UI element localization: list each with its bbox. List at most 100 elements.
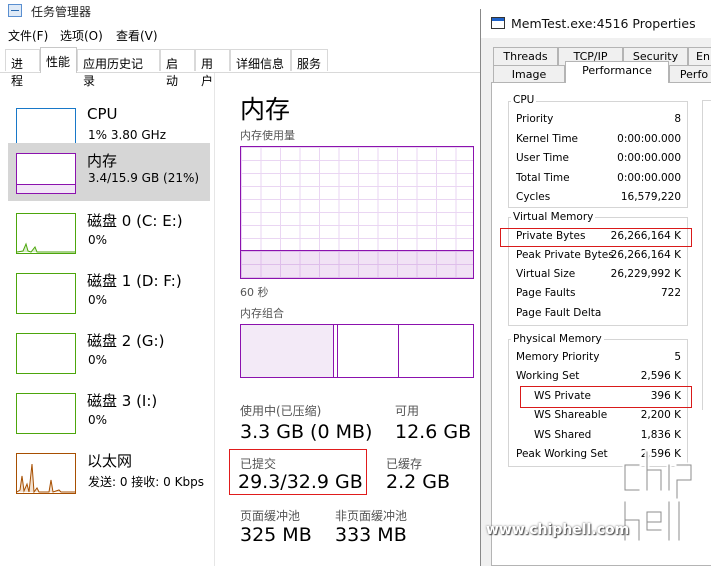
tab-details[interactable]: 详细信息 bbox=[230, 49, 291, 71]
page-title: 内存 bbox=[240, 95, 291, 124]
tab-services[interactable]: 服务 bbox=[291, 49, 328, 71]
working-set-label: Working Set bbox=[516, 370, 580, 382]
available-label: 可用 bbox=[395, 404, 420, 418]
memory-usage-graph bbox=[240, 146, 474, 279]
task-manager-titlebar[interactable]: 任务管理器 bbox=[0, 0, 480, 22]
cpu-group-title: CPU bbox=[511, 94, 537, 106]
resource-value: 0% bbox=[88, 293, 108, 307]
resource-cpu[interactable]: CPU 1% 3.80 GHz bbox=[8, 88, 210, 149]
memory-composition-bar bbox=[240, 324, 474, 378]
chiphell-logo-watermark bbox=[617, 440, 707, 550]
resource-list: CPU 1% 3.80 GHz 内存 3.4/15.9 GB (21%) 磁盘 … bbox=[0, 73, 215, 566]
peak-working-set-label: Peak Working Set bbox=[516, 448, 608, 460]
tab-image[interactable]: Image bbox=[493, 65, 565, 83]
kernel-time-label: Kernel Time bbox=[516, 133, 579, 145]
user-time-label: User Time bbox=[516, 152, 569, 164]
ethernet-thumbnail-graph bbox=[16, 453, 76, 494]
disk3-thumbnail-graph bbox=[16, 393, 76, 434]
tab-performance[interactable]: 性能 bbox=[40, 47, 77, 73]
committed-value: 29.3/32.9 GB bbox=[238, 471, 363, 493]
nonpaged-pool-label: 非页面缓冲池 bbox=[335, 509, 408, 523]
total-time-value: 0:00:00.000 bbox=[617, 172, 681, 184]
menu-bar: 文件(F) 选项(O) 查看(V) bbox=[0, 24, 480, 44]
resource-name: CPU bbox=[87, 105, 118, 123]
virtual-memory-group-title: Virtual Memory bbox=[511, 211, 596, 223]
paged-pool-label: 页面缓冲池 bbox=[240, 509, 301, 523]
resource-name: 磁盘 0 (C: E:) bbox=[87, 212, 183, 230]
disk0-thumbnail-graph bbox=[16, 213, 76, 254]
cached-value: 2.2 GB bbox=[386, 471, 451, 493]
cycles-label: Cycles bbox=[516, 191, 551, 203]
ws-shared-label: WS Shared bbox=[534, 429, 592, 441]
graph-time-label: 60 秒 bbox=[240, 286, 269, 299]
resource-name: 磁盘 3 (I:) bbox=[87, 392, 158, 410]
task-manager-icon bbox=[8, 4, 22, 17]
ws-private-value: 396 K bbox=[650, 390, 681, 402]
page-faults-label: Page Faults bbox=[516, 287, 576, 299]
composition-in-use bbox=[241, 325, 334, 377]
window-title: 任务管理器 bbox=[31, 5, 92, 19]
in-use-value: 3.3 GB (0 MB) bbox=[240, 421, 373, 443]
resource-ethernet[interactable]: 以太网 发送: 0 接收: 0 Kbps bbox=[8, 433, 210, 494]
menu-view[interactable]: 查看(V) bbox=[116, 27, 158, 44]
page-fault-delta-label: Page Fault Delta bbox=[516, 307, 602, 319]
physical-memory-group-title: Physical Memory bbox=[511, 333, 604, 345]
memory-priority-value: 5 bbox=[674, 351, 681, 363]
resource-disk-1[interactable]: 磁盘 1 (D: F:) 0% bbox=[8, 253, 210, 314]
disk1-thumbnail-graph bbox=[16, 273, 76, 314]
nonpaged-pool-value: 333 MB bbox=[335, 524, 407, 546]
window-icon bbox=[491, 17, 505, 29]
kernel-time-value: 0:00:00.000 bbox=[617, 133, 681, 145]
private-bytes-label: Private Bytes bbox=[516, 230, 586, 242]
virtual-size-label: Virtual Size bbox=[516, 268, 576, 280]
cycles-value: 16,579,220 bbox=[620, 191, 681, 203]
memory-priority-label: Memory Priority bbox=[516, 351, 600, 363]
properties-titlebar[interactable]: MemTest.exe:4516 Properties bbox=[481, 9, 711, 38]
watermark-url: www.chiphell.com bbox=[486, 522, 630, 538]
cached-label: 已缓存 bbox=[386, 457, 423, 471]
memory-usage-fill bbox=[241, 249, 473, 278]
resource-value: 发送: 0 接收: 0 Kbps bbox=[88, 475, 204, 489]
memory-composition-label: 内存组合 bbox=[240, 307, 284, 320]
properties-title: MemTest.exe:4516 Properties bbox=[511, 16, 696, 31]
resource-value: 0% bbox=[88, 353, 108, 367]
tab-processes[interactable]: 进程 bbox=[5, 49, 40, 88]
tab-users[interactable]: 用户 bbox=[195, 49, 230, 88]
tab-startup[interactable]: 启动 bbox=[160, 49, 195, 88]
available-value: 12.6 GB bbox=[395, 421, 472, 443]
tab-performance-graph[interactable]: Perfo bbox=[669, 65, 711, 83]
resource-disk-0[interactable]: 磁盘 0 (C: E:) 0% bbox=[8, 193, 210, 254]
resource-name: 内存 bbox=[87, 152, 118, 170]
resource-value: 3.4/15.9 GB (21%) bbox=[88, 171, 200, 185]
resource-name: 以太网 bbox=[87, 452, 133, 470]
priority-label: Priority bbox=[516, 113, 554, 125]
resource-name: 磁盘 2 (G:) bbox=[87, 332, 165, 350]
committed-label: 已提交 bbox=[240, 457, 277, 471]
tab-threads[interactable]: Threads bbox=[493, 47, 558, 65]
private-bytes-value: 26,266,164 K bbox=[610, 230, 681, 242]
resource-name: 磁盘 1 (D: F:) bbox=[87, 272, 182, 290]
virtual-size-value: 26,229,992 K bbox=[610, 268, 681, 280]
menu-file[interactable]: 文件(F) bbox=[8, 27, 48, 44]
tab-performance[interactable]: Performance bbox=[565, 61, 669, 83]
ws-shareable-label: WS Shareable bbox=[534, 409, 608, 421]
menu-options[interactable]: 选项(O) bbox=[60, 27, 103, 44]
disk2-thumbnail-graph bbox=[16, 333, 76, 374]
tab-environment[interactable]: En bbox=[688, 47, 711, 65]
resource-disk-2[interactable]: 磁盘 2 (G:) 0% bbox=[8, 313, 210, 374]
priority-value: 8 bbox=[674, 113, 681, 125]
peak-private-bytes-label: Peak Private Bytes bbox=[516, 249, 614, 261]
resource-value: 1% 3.80 GHz bbox=[88, 128, 167, 142]
tab-app-history[interactable]: 应用历史记录 bbox=[77, 49, 160, 88]
resource-value: 0% bbox=[88, 233, 108, 247]
resource-disk-3[interactable]: 磁盘 3 (I:) 0% bbox=[8, 373, 210, 434]
tab-strip: 进程 性能 应用历史记录 启动 用户 详细信息 服务 bbox=[0, 47, 480, 88]
memory-thumbnail-graph bbox=[16, 153, 76, 194]
user-time-value: 0:00:00.000 bbox=[617, 152, 681, 164]
working-set-value: 2,596 K bbox=[640, 370, 681, 382]
peak-private-bytes-value: 26,266,164 K bbox=[610, 249, 681, 261]
page-faults-value: 722 bbox=[660, 287, 681, 299]
ws-private-label: WS Private bbox=[534, 390, 591, 402]
in-use-label: 使用中(已压缩) bbox=[240, 404, 322, 418]
resource-value: 0% bbox=[88, 413, 108, 427]
